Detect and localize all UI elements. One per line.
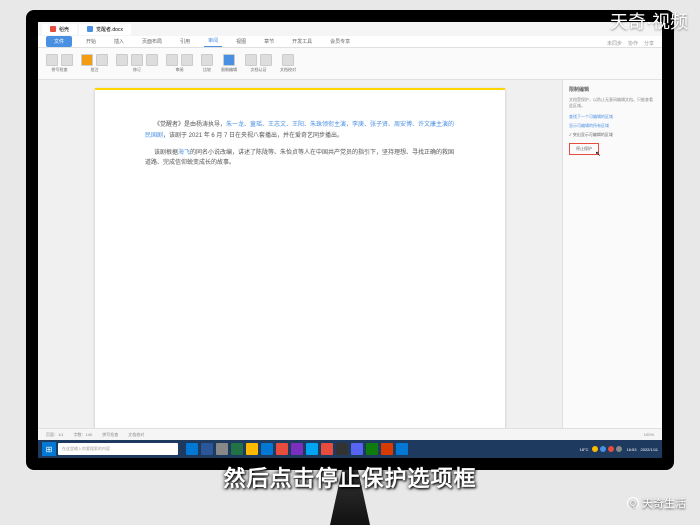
taskbar-apps [186,443,408,455]
spellcheck-status[interactable]: 拼写检查 [102,432,118,438]
taskbar-app-icon[interactable] [336,443,348,455]
tool-review[interactable]: 审阅 [166,54,193,73]
taskbar-app-icon[interactable] [186,443,198,455]
ribbon-tabs: 文件 开始 插入 页面布局 引用 审阅 视图 章节 开发工具 会员专享 未同步 … [38,36,662,48]
cursor-icon: ↖ [595,150,601,158]
show-all-regions[interactable]: 显示可编辑的所有区域 [569,123,656,129]
panel-title: 限制编辑 [569,86,656,93]
tool-compare[interactable]: 比较 [201,54,213,73]
logo-icon: Q [627,497,639,509]
panel-description: 文档受保护，以防止无意间编辑文档。只能查看此区域。 [569,97,656,108]
ribbon-tab-start[interactable]: 开始 [82,36,100,47]
paragraph-1: 《觉醒者》是由杨涛执导，朱一龙、童瑶、王志文、王阳、朱珠领衔主演，李庚、张子贤、… [145,120,455,142]
ribbon-tab-review[interactable]: 审阅 [204,35,222,47]
taskbar-app-icon[interactable] [201,443,213,455]
taskbar-app-icon[interactable] [396,443,408,455]
ribbon-tab-view[interactable]: 视图 [232,36,250,47]
taskbar-app-icon[interactable] [216,443,228,455]
desktop-screen: 稻壳 觉醒者.docx 文件 开始 插入 页面布局 引用 审阅 视图 章节 开发… [38,22,662,458]
tab-label: 稻壳 [59,26,69,33]
taskbar-app-icon[interactable] [366,443,378,455]
stop-protection-button[interactable]: 停止保护 ↖ [569,143,599,155]
find-next-region[interactable]: 查找下一个可编辑的区域 [569,114,656,120]
taskbar-app-icon[interactable] [276,443,288,455]
zoom-level[interactable]: 100% [644,432,654,437]
tab-label: 觉醒者.docx [96,26,123,33]
tray-icon[interactable] [616,446,622,452]
tool-protect[interactable]: 限制编辑 [221,54,237,73]
proof-status[interactable]: 文档校对 [128,432,144,438]
taskbar-search[interactable]: 在这里输入你要搜索的内容 [58,443,178,455]
tool-comment[interactable]: 批注 [81,54,108,73]
restrict-editing-panel: 限制编辑 文档受保护，以防止无意间编辑文档。只能查看此区域。 查找下一个可编辑的… [562,80,662,428]
window-tabs: 稻壳 觉醒者.docx [38,22,662,36]
ribbon-tab-chapter[interactable]: 章节 [260,36,278,47]
tool-spellcheck[interactable]: 拼写检查 [46,54,73,73]
highlighted-text: 海飞 [178,150,190,156]
share-button[interactable]: 分享 [644,40,654,47]
ribbon-tab-member[interactable]: 会员专享 [326,36,354,47]
taskbar-app-icon[interactable] [351,443,363,455]
tool-proof[interactable]: 文档校对 [280,54,296,73]
taskbar-app-icon[interactable] [291,443,303,455]
windows-taskbar: ⊞ 在这里输入你要搜索的内容 18°C 16:53 2022/1/11 [38,440,662,458]
tab-document[interactable]: 觉醒者.docx [79,24,131,35]
wps-icon [50,26,56,32]
watermark-bottom: Q 天奇生活 [627,495,686,511]
video-subtitle: 然后点击停止保护选项框 [223,461,476,493]
taskbar-app-icon[interactable] [231,443,243,455]
system-tray: 18°C 16:53 2022/1/11 [580,446,658,452]
tool-track[interactable]: 修订 [116,54,158,73]
taskbar-app-icon[interactable] [381,443,393,455]
ribbon-right: 未同步 协作 分享 [607,40,654,47]
ribbon-toolbar: 拼写检查 批注 修订 审阅 比较 限制编辑 文档认证 文档校对 [38,48,662,80]
doc-icon [87,26,93,32]
ribbon-tab-layout[interactable]: 页面布局 [138,36,166,47]
taskbar-app-icon[interactable] [261,443,273,455]
watermark-top: 天奇·视频 [610,8,688,34]
tool-cert[interactable]: 文档认证 [245,54,272,73]
collab-button[interactable]: 协作 [628,40,638,47]
taskbar-app-icon[interactable] [321,443,333,455]
word-count[interactable]: 字数：140 [74,432,93,438]
status-bar: 页面：1/1 字数：140 拼写检查 文档校对 100% [38,428,662,440]
date[interactable]: 2022/1/11 [641,447,659,452]
tray-icon[interactable] [592,446,598,452]
paragraph-2: 该剧根据海飞的同名小说改编，讲述了陈陇等、朱怡贞等人在中国共产党员的指引下，坚持… [145,148,455,170]
taskbar-app-icon[interactable] [306,443,318,455]
content-area: 《觉醒者》是由杨涛执导，朱一龙、童瑶、王志文、王阳、朱珠领衔主演，李庚、张子贤、… [38,80,662,428]
tray-icon[interactable] [600,446,606,452]
sync-status[interactable]: 未同步 [607,40,622,47]
document-page[interactable]: 《觉醒者》是由杨涛执导，朱一龙、童瑶、王志文、王阳、朱珠领衔主演，李庚、张子贤、… [95,88,505,428]
clock[interactable]: 16:53 [626,447,636,452]
weather-widget[interactable]: 18°C [580,447,589,452]
ribbon-tab-references[interactable]: 引用 [176,36,194,47]
highlight-regions-checkbox[interactable]: ✓ 突出显示可编辑的区域 [569,132,656,138]
ribbon-tab-dev[interactable]: 开发工具 [288,36,316,47]
page-counter[interactable]: 页面：1/1 [46,432,64,438]
monitor-frame: 稻壳 觉醒者.docx 文件 开始 插入 页面布局 引用 审阅 视图 章节 开发… [26,10,674,470]
tray-icon[interactable] [608,446,614,452]
ribbon-tab-insert[interactable]: 插入 [110,36,128,47]
taskbar-app-icon[interactable] [246,443,258,455]
start-button[interactable]: ⊞ [42,442,56,456]
file-menu[interactable]: 文件 [46,36,72,47]
tab-home[interactable]: 稻壳 [42,24,77,35]
